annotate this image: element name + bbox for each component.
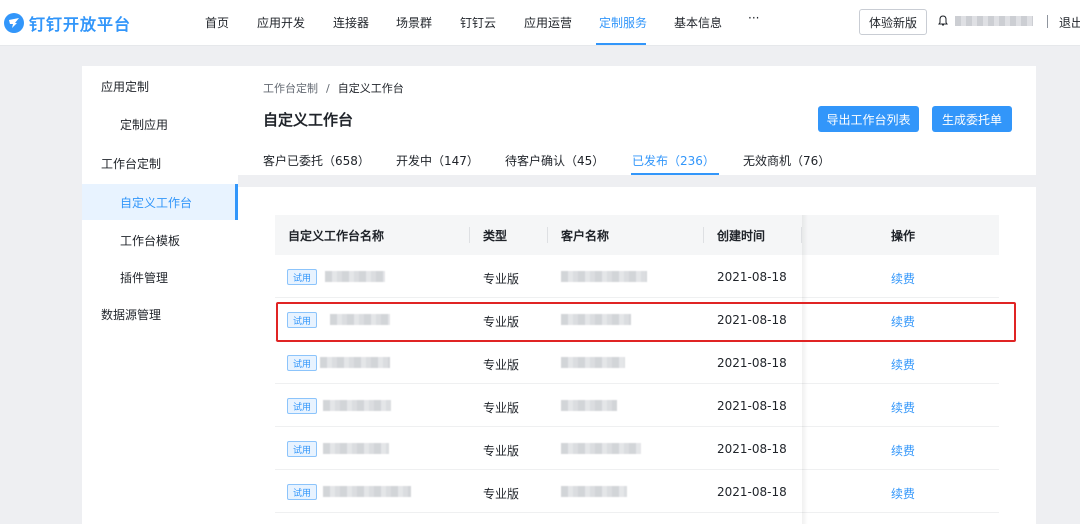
nav-home[interactable]: 首页 bbox=[205, 14, 229, 31]
type-cell: 专业版 bbox=[483, 401, 520, 415]
try-new-version-button[interactable]: 体验新版 bbox=[859, 9, 927, 35]
workbench-name-redacted bbox=[323, 486, 411, 497]
nav-scene-group[interactable]: 场景群 bbox=[396, 14, 432, 31]
customer-name-redacted bbox=[561, 271, 647, 282]
workbench-name-redacted bbox=[323, 443, 389, 454]
created-cell: 2021-08-18 bbox=[717, 485, 787, 499]
nav-dingtalk-cloud[interactable]: 钉钉云 bbox=[460, 14, 496, 31]
brand-logo[interactable]: 钉钉开放平台 bbox=[4, 11, 131, 35]
type-cell: 专业版 bbox=[483, 487, 520, 501]
nav-active-indicator bbox=[596, 43, 646, 45]
nav-custom-service[interactable]: 定制服务 bbox=[599, 14, 647, 31]
table-row: 试用 专业版 2021-08-18 续费 bbox=[275, 470, 999, 513]
breadcrumb-workbench-custom[interactable]: 工作台定制 bbox=[263, 82, 318, 95]
workbench-name-redacted bbox=[323, 400, 391, 411]
user-name-redacted[interactable] bbox=[955, 16, 1033, 26]
column-header-action: 操作 bbox=[891, 229, 916, 243]
type-cell: 专业版 bbox=[483, 444, 520, 458]
sidebar-group-app-custom[interactable]: 应用定制 bbox=[82, 68, 238, 104]
workbench-name-redacted bbox=[320, 357, 390, 368]
created-cell: 2021-08-18 bbox=[717, 399, 787, 413]
renew-link[interactable]: 续费 bbox=[891, 270, 915, 287]
top-nav-bar: 钉钉开放平台 首页 应用开发 连接器 场景群 钉钉云 应用运营 定制服务 基本信… bbox=[0, 0, 1080, 46]
created-cell: 2021-08-18 bbox=[717, 442, 787, 456]
renew-link[interactable]: 续费 bbox=[891, 356, 915, 373]
brand-name: 钉钉开放平台 bbox=[29, 15, 132, 34]
table-header: 自定义工作台名称 类型 客户名称 创建时间 操作 bbox=[275, 215, 999, 255]
create-order-button[interactable]: 生成委托单 bbox=[932, 106, 1012, 132]
tab-delegated[interactable]: 客户已委托（658） bbox=[263, 152, 370, 169]
tabs-divider bbox=[238, 175, 1036, 187]
table-row: 试用 专业版 2021-08-18 续费 bbox=[275, 427, 999, 470]
trial-tag: 试用 bbox=[287, 484, 317, 500]
export-workbench-list-button[interactable]: 导出工作台列表 bbox=[818, 106, 919, 132]
renew-link[interactable]: 续费 bbox=[891, 442, 915, 459]
nav-app-operation[interactable]: 应用运营 bbox=[524, 14, 572, 31]
nav-more[interactable]: ··· bbox=[748, 11, 759, 25]
breadcrumb: 工作台定制 / 自定义工作台 bbox=[263, 80, 404, 96]
created-cell: 2021-08-18 bbox=[717, 270, 787, 284]
type-cell: 专业版 bbox=[483, 272, 520, 286]
tab-invalid-leads[interactable]: 无效商机（76） bbox=[743, 152, 830, 169]
highlight-box bbox=[276, 302, 1016, 342]
sidebar-item-custom-workbench[interactable]: 自定义工作台 bbox=[82, 184, 238, 220]
customer-name-redacted bbox=[561, 443, 641, 454]
column-header-created: 创建时间 bbox=[717, 229, 766, 243]
customer-name-redacted bbox=[561, 357, 625, 368]
customer-name-redacted bbox=[561, 486, 627, 497]
created-cell: 2021-08-18 bbox=[717, 356, 787, 370]
trial-tag: 试用 bbox=[287, 355, 317, 371]
workbench-table-card: 自定义工作台名称 类型 客户名称 创建时间 操作 试用 专业版 2021-08-… bbox=[256, 194, 1018, 524]
sidebar-group-datasource[interactable]: 数据源管理 bbox=[82, 296, 238, 332]
breadcrumb-separator: / bbox=[326, 82, 330, 95]
trial-tag: 试用 bbox=[287, 398, 317, 414]
workbench-name-redacted bbox=[325, 271, 385, 282]
column-header-type: 类型 bbox=[483, 229, 508, 243]
sidebar-item-plugin-manage[interactable]: 插件管理 bbox=[82, 259, 238, 295]
sidebar-item-custom-app[interactable]: 定制应用 bbox=[82, 106, 238, 142]
table-row: 试用 专业版 2021-08-18 续费 bbox=[275, 255, 999, 298]
customer-name-redacted bbox=[561, 400, 617, 411]
nav-divider bbox=[1047, 15, 1048, 28]
nav-app-dev[interactable]: 应用开发 bbox=[257, 14, 305, 31]
bell-icon[interactable] bbox=[938, 15, 948, 30]
tab-pending-confirm[interactable]: 待客户确认（45） bbox=[505, 152, 604, 169]
nav-connector[interactable]: 连接器 bbox=[333, 14, 369, 31]
tab-in-development[interactable]: 开发中（147） bbox=[396, 152, 479, 169]
dingtalk-logo-icon bbox=[4, 13, 24, 33]
renew-link[interactable]: 续费 bbox=[891, 485, 915, 502]
fixed-column-shadow bbox=[802, 215, 808, 524]
sidebar: 应用定制 定制应用 工作台定制 自定义工作台 工作台模板 插件管理 数据源管理 bbox=[82, 66, 238, 524]
table-row: 试用 专业版 2021-08-18 续费 bbox=[275, 341, 999, 384]
trial-tag: 试用 bbox=[287, 269, 317, 285]
column-divider bbox=[547, 227, 548, 243]
nav-basic-info[interactable]: 基本信息 bbox=[674, 14, 722, 31]
column-divider bbox=[469, 227, 470, 243]
renew-link[interactable]: 续费 bbox=[891, 399, 915, 416]
sidebar-group-workbench-custom[interactable]: 工作台定制 bbox=[82, 145, 238, 181]
page-title: 自定义工作台 bbox=[263, 111, 354, 129]
main-content: 工作台定制 / 自定义工作台 自定义工作台 导出工作台列表 生成委托单 客户已委托（… bbox=[238, 66, 1036, 524]
sidebar-item-workbench-template[interactable]: 工作台模板 bbox=[82, 222, 238, 258]
type-cell: 专业版 bbox=[483, 358, 520, 372]
column-header-name: 自定义工作台名称 bbox=[288, 229, 385, 243]
tab-published[interactable]: 已发布（236） bbox=[632, 152, 715, 169]
trial-tag: 试用 bbox=[287, 441, 317, 457]
column-divider bbox=[703, 227, 704, 243]
logout-link[interactable]: 退出 bbox=[1059, 14, 1080, 31]
column-header-customer: 客户名称 bbox=[561, 229, 610, 243]
breadcrumb-current: 自定义工作台 bbox=[337, 82, 404, 95]
table-row: 试用 专业版 2021-08-18 续费 bbox=[275, 384, 999, 427]
